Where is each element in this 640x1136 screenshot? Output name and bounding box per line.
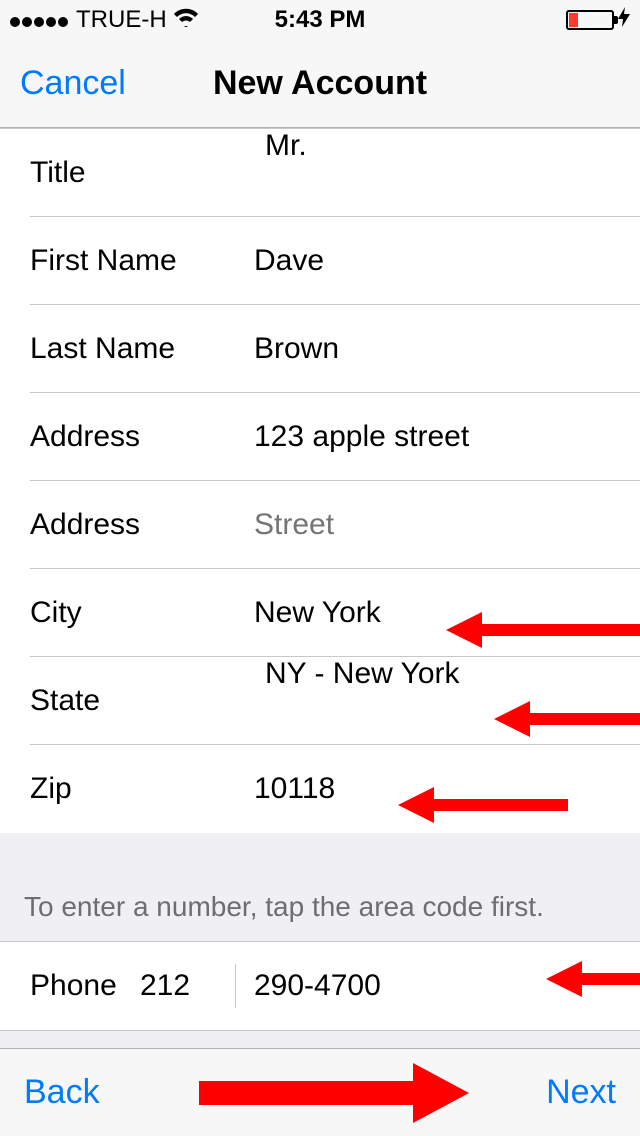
- phone-separator: [235, 964, 236, 1008]
- label-address1: Address: [0, 420, 254, 454]
- row-state: State NY - New York: [0, 657, 640, 745]
- row-address1: Address: [0, 393, 640, 481]
- row-last-name: Last Name: [0, 305, 640, 393]
- row-address2: Address: [0, 481, 640, 569]
- label-address2: Address: [0, 508, 254, 542]
- zip-field[interactable]: [254, 745, 640, 833]
- status-bar: TRUE-H 5:43 PM: [0, 0, 640, 40]
- row-first-name: First Name: [0, 217, 640, 305]
- signal-dots-icon: [10, 6, 70, 34]
- phone-hint: To enter a number, tap the area code fir…: [0, 873, 640, 941]
- state-select[interactable]: NY - New York: [265, 657, 640, 745]
- back-button[interactable]: Back: [24, 1073, 100, 1112]
- cancel-button[interactable]: Cancel: [20, 64, 126, 103]
- page-title: New Account: [213, 64, 427, 103]
- nav-bar: Cancel New Account: [0, 40, 640, 128]
- address2-field[interactable]: [254, 481, 640, 569]
- phone-form: Phone: [0, 941, 640, 1031]
- clock: 5:43 PM: [275, 6, 366, 34]
- bottom-toolbar: Back Next: [0, 1048, 640, 1136]
- label-phone: Phone: [0, 969, 140, 1003]
- label-first-name: First Name: [0, 244, 254, 278]
- label-state: State: [0, 684, 265, 718]
- wifi-icon: [173, 6, 199, 34]
- last-name-field[interactable]: [254, 305, 640, 393]
- battery-icon: [566, 10, 614, 30]
- phone-area-field[interactable]: [140, 969, 235, 1003]
- row-zip: Zip: [0, 745, 640, 833]
- charging-icon: [618, 7, 630, 33]
- carrier-label: TRUE-H: [76, 6, 167, 34]
- row-phone: Phone: [0, 942, 640, 1030]
- label-zip: Zip: [0, 772, 254, 806]
- first-name-field[interactable]: [254, 217, 640, 305]
- city-field[interactable]: [254, 569, 640, 657]
- label-city: City: [0, 596, 254, 630]
- label-last-name: Last Name: [0, 332, 254, 366]
- next-button[interactable]: Next: [546, 1073, 616, 1112]
- row-city: City: [0, 569, 640, 657]
- row-title: Title Mr.: [0, 129, 640, 217]
- title-select[interactable]: Mr.: [265, 129, 640, 217]
- address1-field[interactable]: [254, 393, 640, 481]
- phone-number-field[interactable]: [254, 969, 640, 1003]
- label-title: Title: [0, 156, 265, 190]
- account-form: Title Mr. First Name Last Name Address A…: [0, 128, 640, 833]
